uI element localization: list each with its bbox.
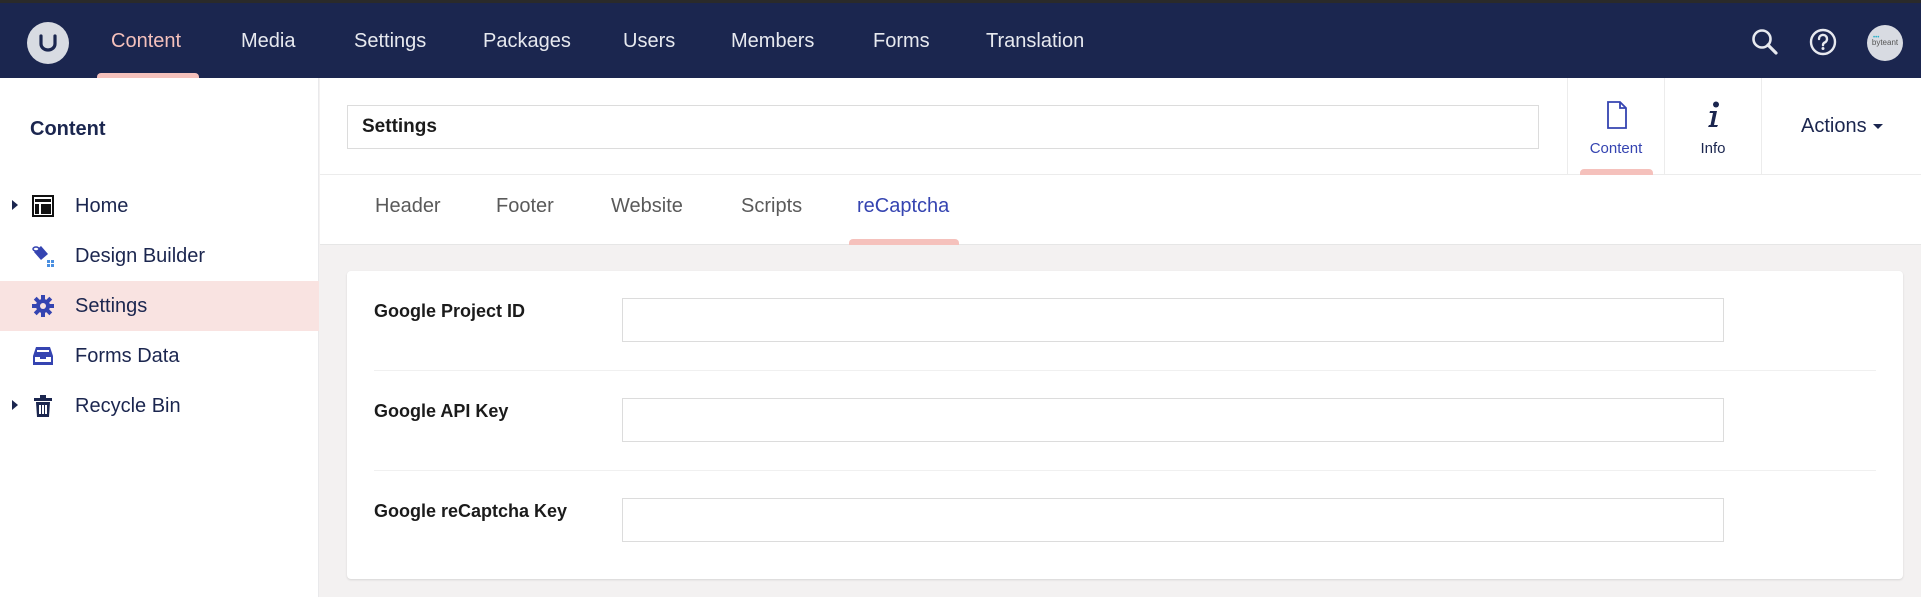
app-content-label: Content (1589, 140, 1643, 157)
property-label: Google reCaptcha Key (374, 501, 568, 521)
node-name-input[interactable] (347, 105, 1539, 149)
caret-down-icon (1872, 124, 1883, 130)
app-content-button[interactable]: Content (1567, 78, 1664, 175)
tree-item-label: Design Builder (75, 245, 206, 267)
inbox-icon (33, 347, 53, 365)
tree-item-settings[interactable]: Settings (0, 281, 319, 331)
editor-header: Content Info Actions (320, 78, 1921, 175)
top-navigation-bar: Content Media Settings Packages Users Me… (0, 3, 1921, 81)
tree-item-home[interactable]: Home (0, 181, 319, 231)
info-icon (1708, 101, 1719, 127)
property-label: Google Project ID (374, 301, 526, 321)
tree-item-forms-data[interactable]: Forms Data (0, 331, 319, 381)
actions-label: Actions (1801, 115, 1867, 137)
recaptcha-properties-panel: Google Project ID Google API Key Google … (347, 271, 1903, 579)
nav-content[interactable]: Content (111, 3, 181, 78)
nav-settings[interactable]: Settings (354, 3, 426, 78)
property-row-google-project-id: Google Project ID (374, 271, 1876, 371)
nav-packages[interactable]: Packages (483, 3, 571, 78)
tree-item-design-builder[interactable]: Design Builder (0, 231, 319, 281)
app-info-button[interactable]: Info (1664, 78, 1761, 175)
layout-icon (32, 195, 54, 217)
tab-website[interactable]: Website (611, 175, 683, 245)
actions-dropdown[interactable]: Actions (1801, 78, 1883, 175)
sidebar-title: Content (30, 118, 106, 140)
tree-item-recycle-bin[interactable]: Recycle Bin (0, 381, 319, 431)
property-row-google-recaptcha-key: Google reCaptcha Key (374, 471, 1876, 571)
property-tabs: Header Footer Website Scripts reCaptcha (320, 175, 1921, 245)
google-recaptcha-key-input[interactable] (622, 498, 1724, 542)
nav-members[interactable]: Members (731, 3, 814, 78)
nav-forms[interactable]: Forms (873, 3, 930, 78)
trash-icon (34, 395, 52, 417)
tab-header[interactable]: Header (375, 175, 441, 245)
tab-recaptcha[interactable]: reCaptcha (857, 175, 949, 245)
tab-scripts[interactable]: Scripts (741, 175, 802, 245)
tab-footer[interactable]: Footer (496, 175, 554, 245)
google-api-key-input[interactable] (622, 398, 1724, 442)
tree-item-label: Forms Data (75, 345, 180, 367)
property-row-google-api-key: Google API Key (374, 371, 1876, 471)
avatar-logo-dots: ••• (1873, 35, 1880, 41)
header-divider (1761, 78, 1762, 175)
gear-icon (32, 295, 54, 317)
expand-caret-icon[interactable] (12, 400, 18, 410)
tree-item-label: Settings (75, 295, 148, 317)
user-avatar[interactable]: ••• byteant (1867, 25, 1903, 61)
document-icon (1607, 101, 1627, 129)
expand-caret-icon[interactable] (12, 200, 18, 210)
nav-media[interactable]: Media (241, 3, 295, 78)
nav-translation[interactable]: Translation (986, 3, 1084, 78)
help-icon[interactable] (1808, 27, 1838, 57)
app-info-label: Info (1700, 140, 1726, 157)
tree-item-label: Home (75, 195, 129, 217)
tree-item-label: Recycle Bin (75, 395, 181, 417)
property-label: Google API Key (374, 401, 509, 421)
search-icon[interactable] (1750, 27, 1780, 57)
google-project-id-input[interactable] (622, 298, 1724, 342)
content-tree-sidebar: Content Home Design Builder Settings For… (0, 78, 319, 597)
umbraco-u-icon (39, 34, 57, 52)
tab-active-indicator (849, 239, 959, 245)
paint-bucket-icon (32, 246, 54, 267)
umbraco-logo[interactable] (27, 22, 69, 64)
nav-users[interactable]: Users (623, 3, 675, 78)
